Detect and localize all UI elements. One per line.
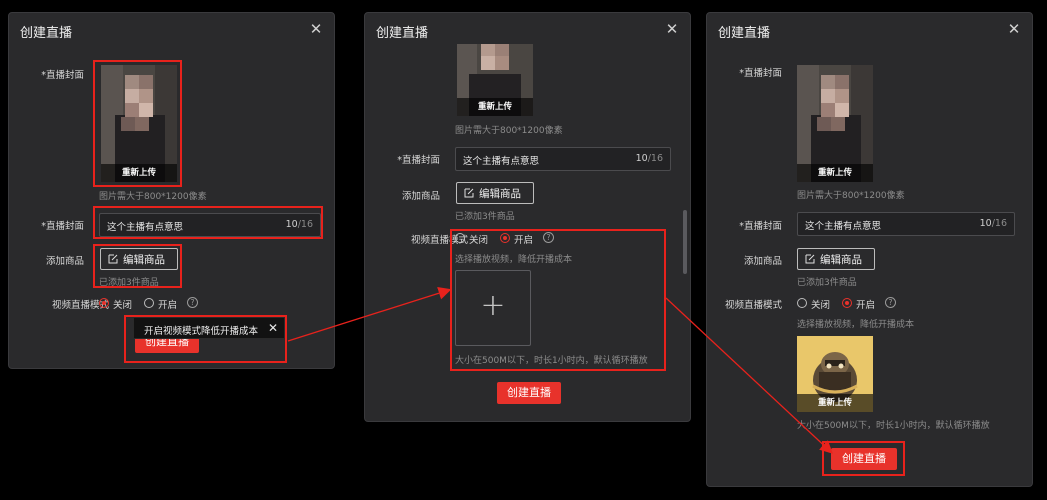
reupload-cover-button[interactable]: 重新上传 [457,98,533,116]
plus-icon: + [480,288,506,323]
goods-label: 添加商品 [743,256,782,267]
help-icon[interactable]: ? [543,232,554,243]
mode-off-radio[interactable] [455,233,465,243]
upload-hint: 大小在500M以下，时长1小时内，默认循环播放 [797,421,990,431]
goods-hint: 已添加3件商品 [99,278,159,288]
mode-hint: 选择播放视频，降低开播成本 [797,320,915,330]
mode-on-radio[interactable] [144,298,154,308]
close-icon[interactable]: ✕ [663,20,681,38]
dialog-header: 创建直播 ✕ [707,13,1032,47]
title-input[interactable]: 这个主播有点意思 10/16 [99,213,321,237]
cover-hint: 图片需大于800*1200像素 [99,192,207,202]
dialog-title: 创建直播 [718,26,771,41]
video-mode-tooltip: 开启视频模式降低开播成本 ✕ [133,317,285,339]
goods-hint: 已添加3件商品 [797,278,857,288]
video-mode-label: 视频直播模式 [724,300,782,311]
dialog-title: 创建直播 [376,26,429,41]
close-icon[interactable]: ✕ [1005,20,1023,38]
mode-on-text: 开启 [514,235,534,246]
edit-goods-button[interactable]: 编辑商品 [100,248,178,270]
title-char-count: 10/16 [635,153,663,164]
title-label: *直播封面 [739,221,782,232]
dialog-header: 创建直播 ✕ [9,13,334,47]
edit-goods-label: 编辑商品 [123,254,165,266]
create-live-dialog-1: 创建直播 ✕ *直播封面 重新上传 图片需大于800*1200像素 *直播封面 … [8,12,335,369]
mode-on-text: 开启 [856,300,876,311]
dialog-header: 创建直播 ✕ [365,13,690,47]
reupload-cover-button[interactable]: 重新上传 [101,164,177,182]
title-input[interactable]: 这个主播有点意思 10/16 [455,147,671,171]
edit-goods-label: 编辑商品 [479,188,521,200]
edit-goods-button[interactable]: 编辑商品 [797,248,875,270]
edit-goods-label: 编辑商品 [820,254,862,266]
reupload-video-button[interactable]: 重新上传 [797,394,873,412]
edit-icon [108,254,118,264]
goods-hint: 已添加3件商品 [455,212,515,222]
create-live-dialog-3: 创建直播 ✕ *直播封面 重新上传 图片需大于800*1200像素 *直播封面 … [706,12,1033,487]
title-label: *直播封面 [41,221,84,232]
cover-image[interactable]: 重新上传 [797,65,873,182]
edit-icon [805,254,815,264]
reupload-cover-button[interactable]: 重新上传 [797,164,873,182]
title-label: *直播封面 [397,155,440,166]
title-input[interactable]: 这个主播有点意思 10/16 [797,212,1015,236]
close-icon[interactable]: ✕ [307,20,325,38]
mode-off-text: 关闭 [469,235,489,246]
video-upload-box[interactable]: + [455,270,531,346]
mode-hint: 选择播放视频，降低开播成本 [455,255,573,265]
mode-off-text: 关闭 [113,300,133,311]
title-char-count: 10/16 [285,219,313,230]
mode-on-radio[interactable] [842,298,852,308]
edit-goods-button[interactable]: 编辑商品 [456,182,534,204]
title-input-value: 这个主播有点意思 [463,156,540,167]
cover-hint: 图片需大于800*1200像素 [455,126,563,136]
cover-hint: 图片需大于800*1200像素 [797,191,905,201]
mode-on-text: 开启 [158,300,178,311]
help-icon[interactable]: ? [187,297,198,308]
create-live-dialog-2: 创建直播 ✕ 重新上传 图片需大于800*1200像素 *直播封面 这个主播有点… [364,12,691,422]
mode-off-radio[interactable] [797,298,807,308]
title-char-count: 10/16 [979,218,1007,229]
cover-label: *直播封面 [41,70,84,81]
cover-image[interactable]: 重新上传 [457,44,533,116]
create-live-button[interactable]: 创建直播 [831,448,897,470]
tooltip-text: 开启视频模式降低开播成本 [144,326,259,337]
dialog-title: 创建直播 [20,26,73,41]
upload-hint: 大小在500M以下，时长1小时内，默认循环播放 [455,356,648,366]
tooltip-close-icon[interactable]: ✕ [268,321,278,335]
title-input-value: 这个主播有点意思 [805,221,882,232]
video-thumbnail[interactable]: 重新上传 [797,336,873,412]
edit-icon [464,188,474,198]
create-live-button[interactable]: 创建直播 [497,382,561,404]
scrollbar-thumb[interactable] [683,210,687,274]
goods-label: 添加商品 [45,256,84,267]
goods-label: 添加商品 [401,191,440,202]
mode-off-text: 关闭 [811,300,831,311]
cover-image[interactable]: 重新上传 [101,65,177,182]
title-input-value: 这个主播有点意思 [107,222,184,233]
help-icon[interactable]: ? [885,297,896,308]
mode-off-radio[interactable] [99,298,109,308]
cover-label: *直播封面 [739,68,782,79]
mode-on-radio[interactable] [500,233,510,243]
